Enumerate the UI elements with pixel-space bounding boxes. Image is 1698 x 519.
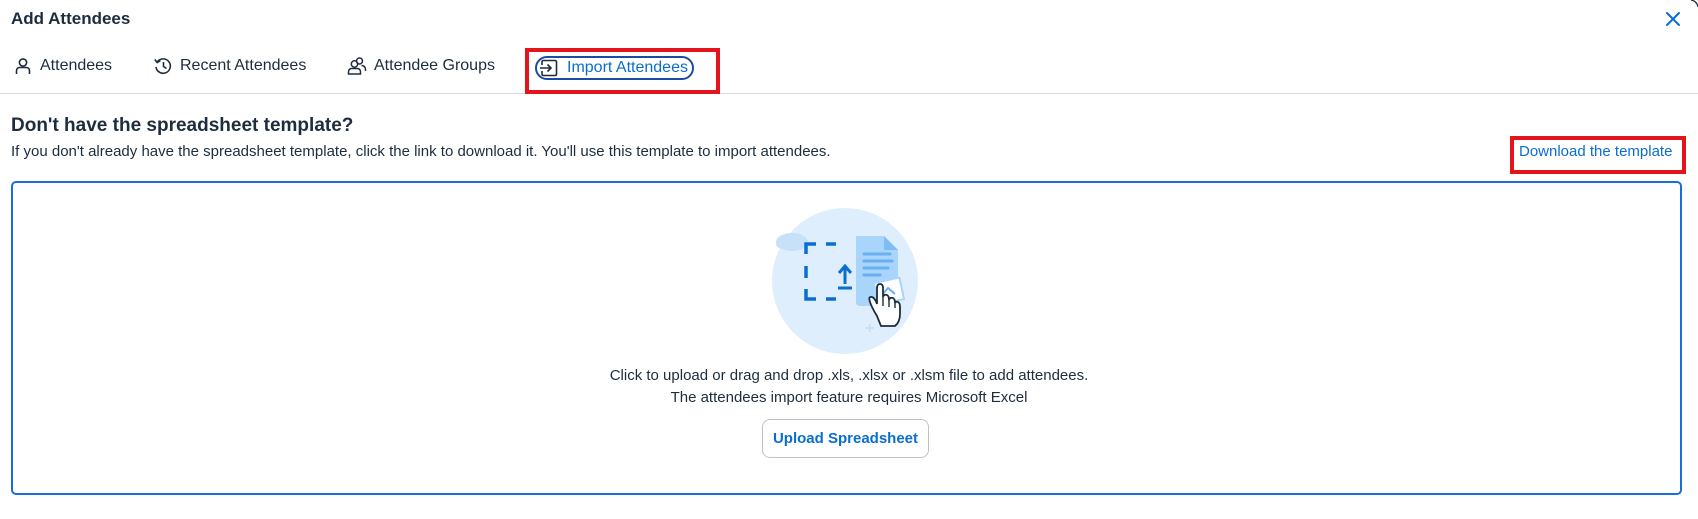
tab-attendee-groups[interactable]: Attendee Groups (347, 54, 495, 78)
upload-illustration (772, 208, 918, 354)
group-icon (347, 56, 367, 76)
dialog-title: Add Attendees (11, 9, 131, 28)
tab-bar: Attendees Recent Attendees Attendee Grou… (0, 46, 1698, 94)
download-template-link[interactable]: Download the template (1519, 143, 1672, 160)
history-icon (153, 56, 173, 76)
upload-instruction: Click to upload or drag and drop .xls, .… (609, 367, 1089, 384)
tab-import-attendees[interactable]: Import Attendees (535, 56, 694, 80)
import-icon (539, 58, 559, 78)
close-icon (1666, 12, 1680, 26)
upload-spreadsheet-button[interactable]: Upload Spreadsheet (762, 419, 929, 458)
window-corner-mark (1690, 0, 1698, 8)
person-icon (13, 56, 33, 76)
tab-label: Attendees (40, 57, 113, 74)
upload-requirement: The attendees import feature requires Mi… (670, 389, 1028, 406)
section-heading: Don't have the spreadsheet template? (11, 115, 354, 136)
tab-label: Attendee Groups (374, 57, 495, 74)
tab-label: Import Attendees (567, 59, 688, 76)
tab-label: Recent Attendees (180, 57, 307, 74)
close-button[interactable] (1663, 9, 1683, 29)
tab-recent-attendees[interactable]: Recent Attendees (153, 54, 306, 78)
tab-attendees[interactable]: Attendees (13, 54, 112, 78)
section-description: If you don't already have the spreadshee… (11, 143, 831, 160)
